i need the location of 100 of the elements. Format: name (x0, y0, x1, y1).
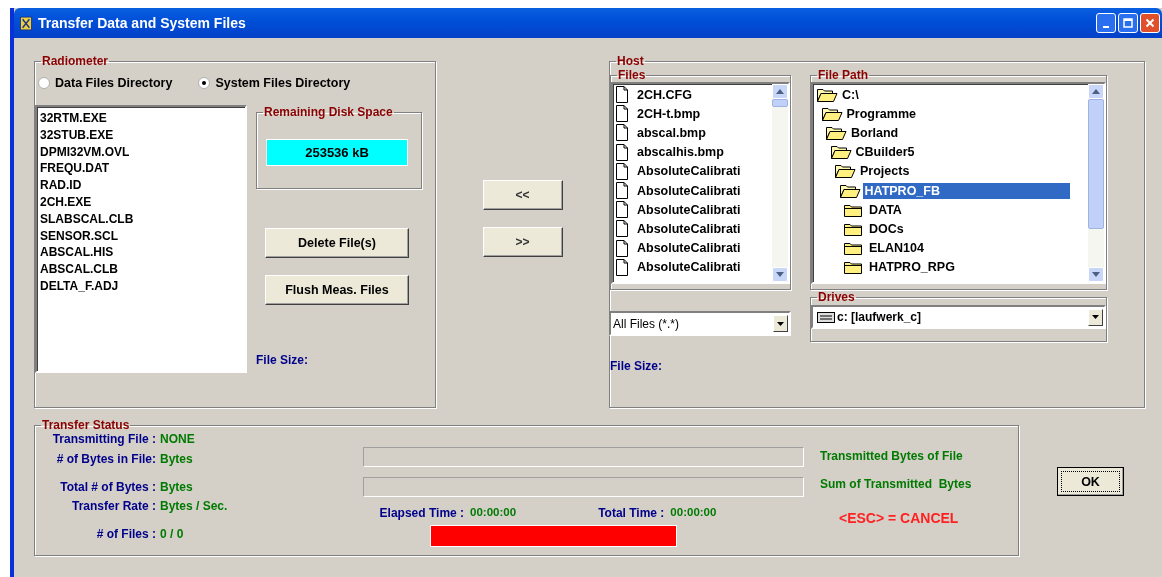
list-item[interactable]: AbsoluteCalibrati (615, 161, 772, 181)
status-label: Total Time : (598, 506, 665, 520)
scrollbar[interactable] (772, 84, 788, 282)
status-label: # of Bytes in File: (55, 452, 156, 466)
status-value: Bytes / Sec. (160, 499, 228, 513)
list-item[interactable]: 32RTM.EXE (40, 110, 242, 127)
down-arrow-icon (776, 272, 784, 277)
transfer-button[interactable]: >> (482, 227, 563, 257)
file-icon (615, 143, 629, 161)
close-icon (1145, 18, 1155, 28)
list-item[interactable]: AbsoluteCalibrati (615, 257, 772, 277)
file-icon (615, 86, 629, 104)
file-icon (615, 162, 629, 180)
folder-item[interactable]: DATA (867, 201, 904, 218)
cancel-hint: <ESC> = CANCEL (839, 510, 960, 526)
status-value: Bytes (160, 480, 193, 494)
radio-option[interactable]: System Files Directory (198, 76, 351, 90)
file-type-dropdown[interactable]: All Files (*.*) (609, 311, 791, 336)
list-item[interactable]: SLABSCAL.CLB (40, 210, 242, 228)
list-item[interactable]: 2CH.EXE (40, 194, 242, 211)
maximize-icon (1123, 18, 1133, 28)
folder-item[interactable]: ELAN104 (867, 240, 926, 257)
scroll-up-button[interactable] (1088, 84, 1104, 99)
list-item[interactable]: AbsoluteCalibrati (615, 200, 772, 220)
folder-item[interactable]: Projects (858, 163, 912, 180)
file-icon (615, 239, 629, 257)
folder-item[interactable]: CBuilder5 (853, 144, 917, 161)
list-item[interactable]: AbsoluteCalibrati (615, 180, 772, 201)
list-item[interactable]: abscalhis.bmp (615, 142, 772, 162)
folder-item[interactable]: C:\ (840, 86, 861, 103)
list-item[interactable]: 2CH-t.bmp (615, 104, 772, 124)
file-icon (615, 201, 629, 219)
status-label: Transmitting File : (51, 432, 156, 446)
status-label: Transfer Rate : (70, 499, 156, 513)
list-item[interactable]: DPMI32VM.OVL (40, 143, 242, 161)
up-arrow-icon (1092, 89, 1100, 94)
list-item[interactable]: 32STUB.EXE (40, 126, 242, 144)
status-value: Bytes (160, 452, 193, 466)
minimize-icon (1103, 25, 1109, 28)
scroll-down-button[interactable] (1088, 267, 1104, 282)
list-item[interactable]: DELTA_F.ADJ (40, 277, 242, 295)
transfer-button[interactable]: << (482, 180, 563, 210)
app-icon (20, 15, 32, 31)
group-title: Radiometer (41, 54, 110, 68)
drive-icon (817, 311, 835, 323)
maximize-button[interactable] (1118, 13, 1138, 33)
list-item[interactable]: abscal.bmp (615, 123, 772, 143)
up-arrow-icon (776, 89, 784, 94)
group-title: Remaining Disk Space (263, 105, 394, 119)
radio-option[interactable]: Data Files Directory (38, 76, 173, 90)
group-title: Host (616, 54, 645, 68)
progress-caption: Sum of Transmitted Bytes (820, 477, 972, 491)
folder-item[interactable]: DOCs (867, 220, 906, 237)
status-value: NONE (160, 432, 195, 446)
drive-dropdown[interactable]: c: [laufwerk_c] (811, 305, 1106, 329)
status-label: Total # of Bytes : (59, 480, 156, 494)
list-item[interactable]: SENSOR.SCL (40, 227, 242, 245)
folder-item[interactable]: HATPRO_FB (862, 182, 1070, 199)
scroll-up-button[interactable] (772, 84, 788, 99)
folder-item[interactable]: HATPRO_RPG (867, 259, 957, 276)
file-size-label: File Size: (610, 359, 663, 373)
file-icon (615, 105, 629, 123)
radio-button[interactable] (198, 77, 211, 89)
group-title: Files (617, 68, 647, 82)
status-value: 00:00:00 (670, 506, 717, 520)
list-item[interactable]: ABSCAL.HIS (40, 244, 242, 262)
file-icon (615, 182, 629, 200)
file-icon (615, 258, 629, 276)
file-size-label: File Size: (256, 353, 309, 367)
list-item[interactable]: ABSCAL.CLB (40, 261, 242, 278)
scroll-thumb[interactable] (772, 99, 788, 107)
list-item[interactable]: AbsoluteCalibrati (615, 219, 772, 239)
window-title: Transfer Data and System Files (38, 15, 247, 31)
group-title: Drives (817, 290, 856, 304)
list-item[interactable]: AbsoluteCalibrati (615, 238, 772, 258)
action-button[interactable]: Flush Meas. Files (265, 275, 409, 305)
status-value: 00:00:00 (470, 506, 517, 520)
list-item[interactable]: FREQU.DAT (40, 160, 242, 178)
folder-item[interactable]: Borland (849, 124, 901, 141)
action-button[interactable]: Delete File(s) (265, 228, 409, 258)
list-item[interactable]: 2CH.CFG (615, 85, 772, 105)
status-value: 0 / 0 (160, 527, 184, 541)
group-title: File Path (817, 68, 869, 82)
down-arrow-icon (1092, 272, 1100, 277)
scrollbar[interactable] (1088, 84, 1104, 282)
file-icon (615, 124, 629, 142)
radio-button[interactable] (38, 77, 50, 89)
group-title: Transfer Status (41, 418, 131, 432)
scroll-down-button[interactable] (772, 267, 788, 282)
status-label: # of Files : (95, 527, 156, 541)
progress-caption: Transmitted Bytes of File (820, 449, 964, 463)
ok-button[interactable]: OK (1057, 467, 1124, 496)
status-label: Elapsed Time : (379, 506, 465, 520)
scroll-thumb[interactable] (1088, 99, 1104, 229)
minimize-button[interactable] (1096, 13, 1116, 33)
file-icon (615, 220, 629, 238)
close-button[interactable] (1140, 13, 1160, 33)
list-item[interactable]: RAD.ID (40, 177, 242, 194)
disk-space-value: 253536 kB (266, 139, 408, 166)
folder-item[interactable]: Programme (844, 105, 918, 122)
